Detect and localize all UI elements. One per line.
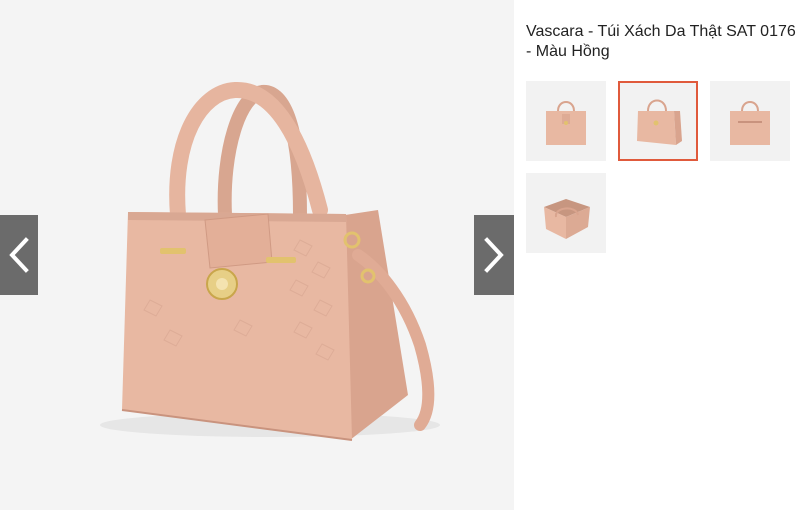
product-info: Vascara - Túi Xách Da Thật SAT 0176 - Mà… xyxy=(526,22,796,62)
thumbnail-image xyxy=(730,101,770,145)
chevron-right-icon xyxy=(484,237,504,273)
product-title: Vascara - Túi Xách Da Thật SAT 0176 - Mà… xyxy=(526,23,796,60)
thumbnail-4[interactable] xyxy=(526,173,606,253)
thumbnail-image xyxy=(544,199,590,239)
thumbnail-image xyxy=(637,99,682,145)
next-image-button[interactable] xyxy=(474,215,514,295)
main-product-image xyxy=(100,82,440,441)
thumbnail-3[interactable] xyxy=(710,81,790,161)
chevron-left-icon xyxy=(9,237,29,273)
thumbnail-image xyxy=(546,101,586,145)
thumbnail-1[interactable] xyxy=(526,81,606,161)
previous-image-button[interactable] xyxy=(0,215,38,295)
product-image-viewer xyxy=(0,0,514,510)
thumbnail-2[interactable] xyxy=(618,81,698,161)
